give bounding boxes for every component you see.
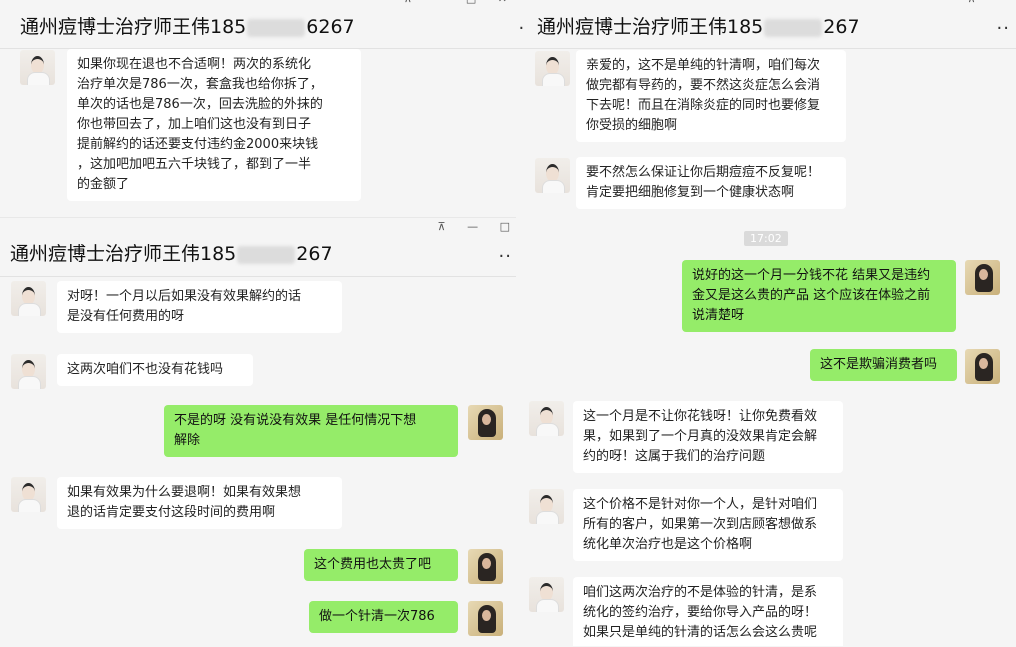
message-bubble-incoming: 对呀！一个月以后如果没有效果解约的话 是没有任何费用的呀 xyxy=(57,281,342,333)
minimize-icon[interactable]: — xyxy=(433,0,444,5)
pin-icon[interactable]: ⊼ xyxy=(404,0,412,5)
user-avatar[interactable] xyxy=(965,260,1000,295)
more-options-icon[interactable]: .. xyxy=(997,13,1010,34)
minimize-icon[interactable]: — xyxy=(467,220,478,233)
title-divider xyxy=(0,276,516,277)
message-bubble-outgoing: 这不是欺骗消费者吗 xyxy=(810,349,957,381)
message-bubble-incoming: 这个价格不是针对你一个人，是针对咱们 所有的客户，如果第一次到店顾客想做系 统化… xyxy=(573,489,843,561)
redacted-phone xyxy=(247,18,306,37)
window-controls: ⊼ — □ ✕ xyxy=(386,0,507,5)
title-divider xyxy=(517,48,1016,49)
chat-title: 通州痘博士治疗师王伟185 267 xyxy=(537,16,860,38)
user-avatar[interactable] xyxy=(965,349,1000,384)
chat-panel-bottom-left: 通州痘博士治疗师王伟185 267 .. ⊼ — □ 对呀！一个月以后如果没有效果… xyxy=(0,217,516,647)
chat-title: 通州痘博士治疗师王伟185 6267 xyxy=(20,16,355,38)
message-bubble-incoming: 这一个月是不让你花钱呀！让你免费看效 果，如果到了一个月真的没效果肯定会解 约的… xyxy=(573,401,843,473)
minimize-icon[interactable]: — xyxy=(997,0,1008,5)
maximize-icon[interactable]: □ xyxy=(500,220,510,233)
redacted-phone xyxy=(237,245,296,264)
window-controls: ⊼ — □ xyxy=(420,220,510,233)
chat-title: 通州痘博士治疗师王伟185 267 xyxy=(10,243,333,265)
message-timestamp: 17:02 xyxy=(744,231,788,246)
contact-avatar[interactable] xyxy=(529,577,564,612)
contact-avatar[interactable] xyxy=(11,281,46,316)
message-bubble-outgoing: 这个费用也太贵了吧 xyxy=(304,549,458,581)
more-options-icon[interactable]: ... xyxy=(517,13,525,34)
title-bar: 通州痘博士治疗师王伟185267 ... .. ⊼ — xyxy=(517,0,1016,48)
message-bubble-incoming: 咱们这两次治疗的不是体验的针清，是系 统化的签约治疗，要给你导入产品的呀！ 如果… xyxy=(573,577,843,646)
user-avatar[interactable] xyxy=(468,549,503,584)
contact-avatar[interactable] xyxy=(535,158,570,193)
message-bubble-outgoing: 不是的呀 没有说没有效果 是任何情况下想 解除 xyxy=(164,405,458,457)
message-bubble-incoming: 这两次咱们不也没有花钱吗 xyxy=(57,354,253,386)
message-bubble-incoming: 要不然怎么保证让你后期痘痘不反复呢！ 肯定要把细胞修复到一个健康状态啊 xyxy=(576,157,846,209)
contact-avatar[interactable] xyxy=(529,401,564,436)
user-avatar[interactable] xyxy=(468,405,503,440)
contact-avatar[interactable] xyxy=(529,489,564,524)
contact-avatar[interactable] xyxy=(535,51,570,86)
chat-panel-right: 通州痘博士治疗师王伟185267 ... .. ⊼ — 亲爱的，这不是单纯的针清… xyxy=(517,0,1016,646)
message-bubble-incoming: 亲爱的，这不是单纯的针清啊，咱们每次 做完都有导药的，要不然这炎症怎么会消 下去… xyxy=(576,50,846,142)
chat-panel-top-left: 通州痘博士治疗师王伟1856267 ⊼ — □ ✕ 如果你现在退也不合适啊！两次… xyxy=(0,0,517,218)
pin-icon[interactable]: ⊼ xyxy=(967,0,975,5)
window-controls: ⊼ — xyxy=(949,0,1008,5)
maximize-icon[interactable]: □ xyxy=(466,0,476,5)
user-avatar[interactable] xyxy=(468,601,503,636)
title-bar: 通州痘博士治疗师王伟1856267 ⊼ — □ ✕ xyxy=(0,0,517,48)
message-bubble-incoming: 如果有效果为什么要退啊！如果有效果想 退的话肯定要支付这段时间的费用啊 xyxy=(57,477,342,529)
contact-avatar[interactable] xyxy=(11,354,46,389)
close-icon[interactable]: ✕ xyxy=(498,0,507,5)
redacted-phone xyxy=(764,18,823,37)
more-options-icon[interactable]: .. xyxy=(499,241,512,262)
message-bubble-outgoing: 说好的这一个月一分钱不花 结果又是违约 金又是这么贵的产品 这个应该在体验之前 … xyxy=(682,260,956,332)
contact-avatar[interactable] xyxy=(11,477,46,512)
pin-icon[interactable]: ⊼ xyxy=(438,220,446,233)
message-bubble-outgoing: 做一个针清一次786 xyxy=(309,601,458,633)
title-bar: 通州痘博士治疗师王伟185 267 .. ⊼ — □ xyxy=(0,218,516,275)
message-bubble-incoming: 如果你现在退也不合适啊！两次的系统化 治疗单次是786一次，套盒我也给你拆了， … xyxy=(67,49,361,201)
contact-avatar[interactable] xyxy=(20,50,55,85)
